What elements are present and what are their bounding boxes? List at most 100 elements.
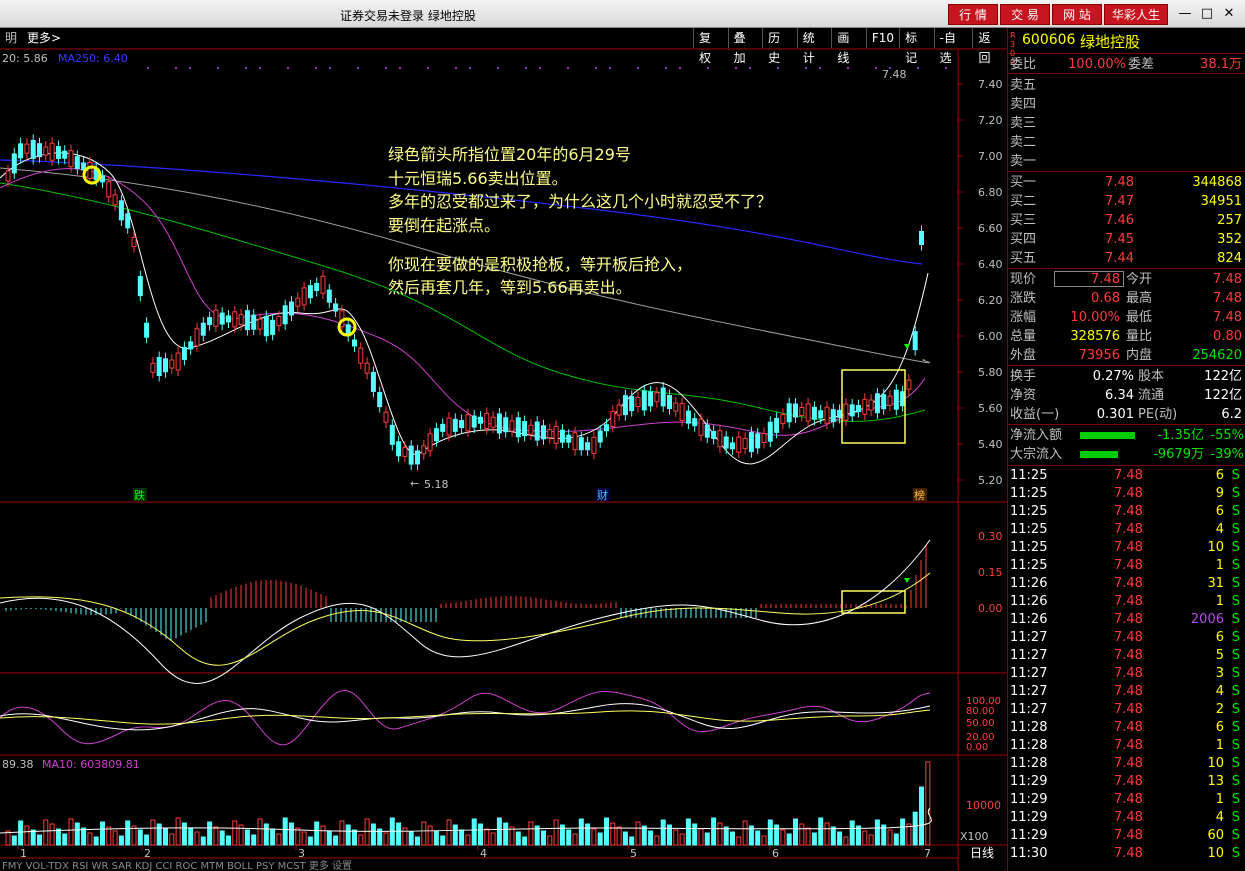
tick-time: 11:29	[1010, 810, 1048, 825]
stat2-value: 0.301	[1096, 407, 1134, 422]
volume-bar	[383, 832, 389, 846]
tick-price: 7.48	[1114, 810, 1143, 825]
sell-level-row[interactable]: 卖三	[1008, 114, 1245, 133]
buy-level-row[interactable]: 买五 7.44 824	[1008, 249, 1245, 268]
volume-bar	[868, 834, 874, 846]
candle-body	[295, 297, 301, 307]
candle-body	[679, 403, 685, 422]
candle-body	[755, 433, 761, 449]
buy-level-row[interactable]: 买四 7.45 352	[1008, 230, 1245, 249]
volume-bar	[112, 830, 118, 846]
sell-level-row[interactable]: 卖四	[1008, 95, 1245, 114]
tick-volume: 13	[1207, 774, 1224, 789]
signal-dot	[217, 67, 219, 69]
indicator-tabs[interactable]: FMY VOL-TDX RSI WR SAR KDJ CCI ROC MTM B…	[2, 859, 352, 871]
volume-bar	[257, 818, 263, 846]
stat-value: 254620	[1192, 348, 1242, 363]
candle-body	[667, 395, 672, 409]
buy-level-row[interactable]: 买二 7.47 34951	[1008, 192, 1245, 211]
volume-bar	[251, 834, 257, 846]
candle-body	[906, 379, 912, 390]
buy-level-price: 7.46	[1105, 213, 1134, 228]
stock-name: 绿地控股	[1080, 33, 1141, 51]
x-tick-label: 1	[20, 847, 27, 860]
tick-price: 7.48	[1114, 468, 1143, 483]
kdj-j-line	[0, 690, 931, 746]
tick-side: S	[1231, 684, 1240, 699]
candle-body	[503, 417, 509, 433]
candle-body	[673, 402, 679, 412]
tick-price: 7.48	[1114, 576, 1143, 591]
volume-bar	[452, 824, 458, 846]
tick-price: 7.48	[1114, 738, 1143, 753]
volume-bar	[654, 835, 660, 846]
tick-volume: 4	[1215, 522, 1224, 537]
buy-level-row[interactable]: 买一 7.48 344868	[1008, 173, 1245, 192]
candle-body	[856, 405, 861, 413]
candle-body	[194, 328, 200, 347]
candle-body	[660, 387, 666, 407]
candle-body	[843, 403, 849, 421]
sell-level-row[interactable]: 卖一	[1008, 152, 1245, 171]
volume-bar	[805, 827, 811, 846]
volume-bar	[515, 831, 521, 846]
candle-body	[68, 150, 74, 168]
tick-volume: 2006	[1190, 612, 1224, 627]
stat-label: 最低	[1126, 310, 1153, 325]
volume-bar	[541, 830, 546, 846]
tick-volume: 9	[1215, 486, 1224, 501]
volume-bar	[496, 817, 502, 846]
event-mark-2[interactable]: 财	[597, 488, 608, 502]
candle-body	[849, 404, 855, 417]
candle-body	[723, 436, 729, 449]
candle-body	[301, 287, 307, 306]
tick-time: 11:27	[1010, 702, 1048, 717]
tick-row: 11:25 7.48 9 S	[1008, 485, 1245, 503]
volume-bar	[244, 829, 250, 846]
candle-body	[282, 305, 288, 325]
candle-body	[200, 322, 206, 336]
buy-level-price: 7.45	[1105, 232, 1134, 247]
volume-bar	[37, 834, 42, 846]
nav-trade-button[interactable]: 交 易	[1000, 4, 1050, 25]
nav-website-button[interactable]: 网 站	[1052, 4, 1102, 25]
candle-body	[251, 314, 257, 330]
buy-level-price: 7.44	[1105, 251, 1134, 266]
tick-price: 7.48	[1114, 684, 1143, 699]
nav-quote-button[interactable]: 行 情	[948, 4, 998, 25]
signal-dot	[945, 67, 947, 69]
candle-body	[213, 309, 219, 327]
event-mark-1[interactable]: 跌	[134, 488, 145, 502]
event-mark-3[interactable]: 榜	[914, 488, 925, 502]
candle-body	[263, 316, 269, 337]
close-icon[interactable]: ✕	[1220, 6, 1238, 21]
chart-area[interactable]: 明 更多> 复权 叠加 历史 统计 画线 F10 标记 -自选 返回 20: 5…	[0, 28, 1007, 871]
candle-body	[881, 394, 887, 410]
ticks-divider	[1008, 465, 1245, 466]
candle-body	[837, 409, 843, 418]
nav-huacai-button[interactable]: 华彩人生	[1104, 4, 1168, 25]
candle-body	[830, 409, 836, 423]
volume-bar	[100, 821, 105, 846]
candle-body	[465, 414, 471, 432]
stat-value: 7.48	[1213, 272, 1242, 287]
tick-volume: 1	[1215, 792, 1224, 807]
buy-level-row[interactable]: 买三 7.46 257	[1008, 211, 1245, 230]
volume-bar	[648, 830, 654, 846]
macd-tick-label: 0.30	[978, 530, 1003, 543]
sell-level-row[interactable]: 卖五	[1008, 76, 1245, 95]
ma-legend-left: 20: 5.86	[2, 52, 48, 65]
candle-body	[793, 403, 798, 418]
tick-time: 11:27	[1010, 648, 1048, 663]
stat-value: 7.48	[1213, 291, 1242, 306]
buy-level-price: 7.48	[1105, 175, 1134, 190]
tick-row: 11:29 7.48 4 S	[1008, 809, 1245, 827]
maximize-icon[interactable]: □	[1198, 6, 1216, 21]
period-daily-label[interactable]: 日线	[970, 846, 994, 860]
stat-label: 内盘	[1126, 348, 1153, 363]
annotation-line-1: 绿色箭头所指位置20年的6月29号	[388, 145, 631, 164]
sell-level-row[interactable]: 卖二	[1008, 133, 1245, 152]
candle-body	[585, 442, 591, 451]
ma250-legend: MA250: 6.40	[58, 52, 128, 65]
minimize-icon[interactable]: —	[1176, 6, 1194, 21]
